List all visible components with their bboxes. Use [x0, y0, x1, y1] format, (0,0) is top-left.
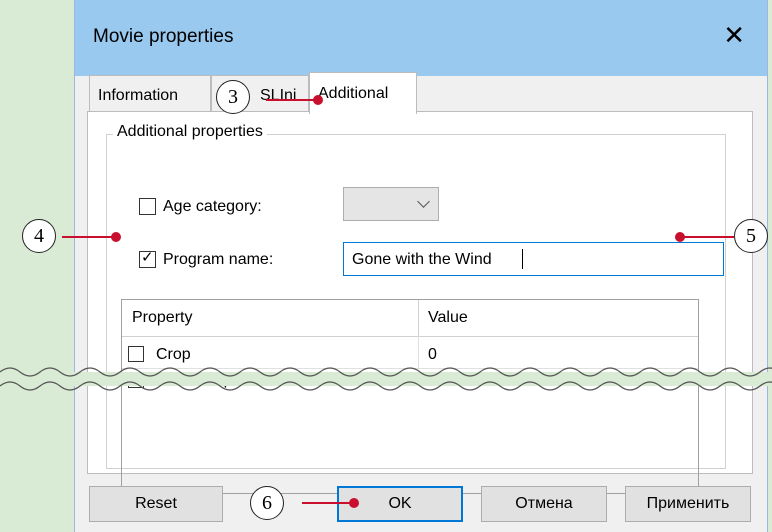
callout-6: 6 — [250, 486, 284, 520]
callout-lines — [62, 95, 734, 508]
callout-5-dot — [675, 232, 685, 242]
callout-6-dot — [349, 498, 359, 508]
callout-5: 5 — [734, 219, 768, 253]
callout-4-dot — [111, 232, 121, 242]
callout-3-dot — [313, 95, 323, 105]
callout-4: 4 — [22, 219, 56, 253]
callout-3: 3 — [216, 80, 250, 114]
